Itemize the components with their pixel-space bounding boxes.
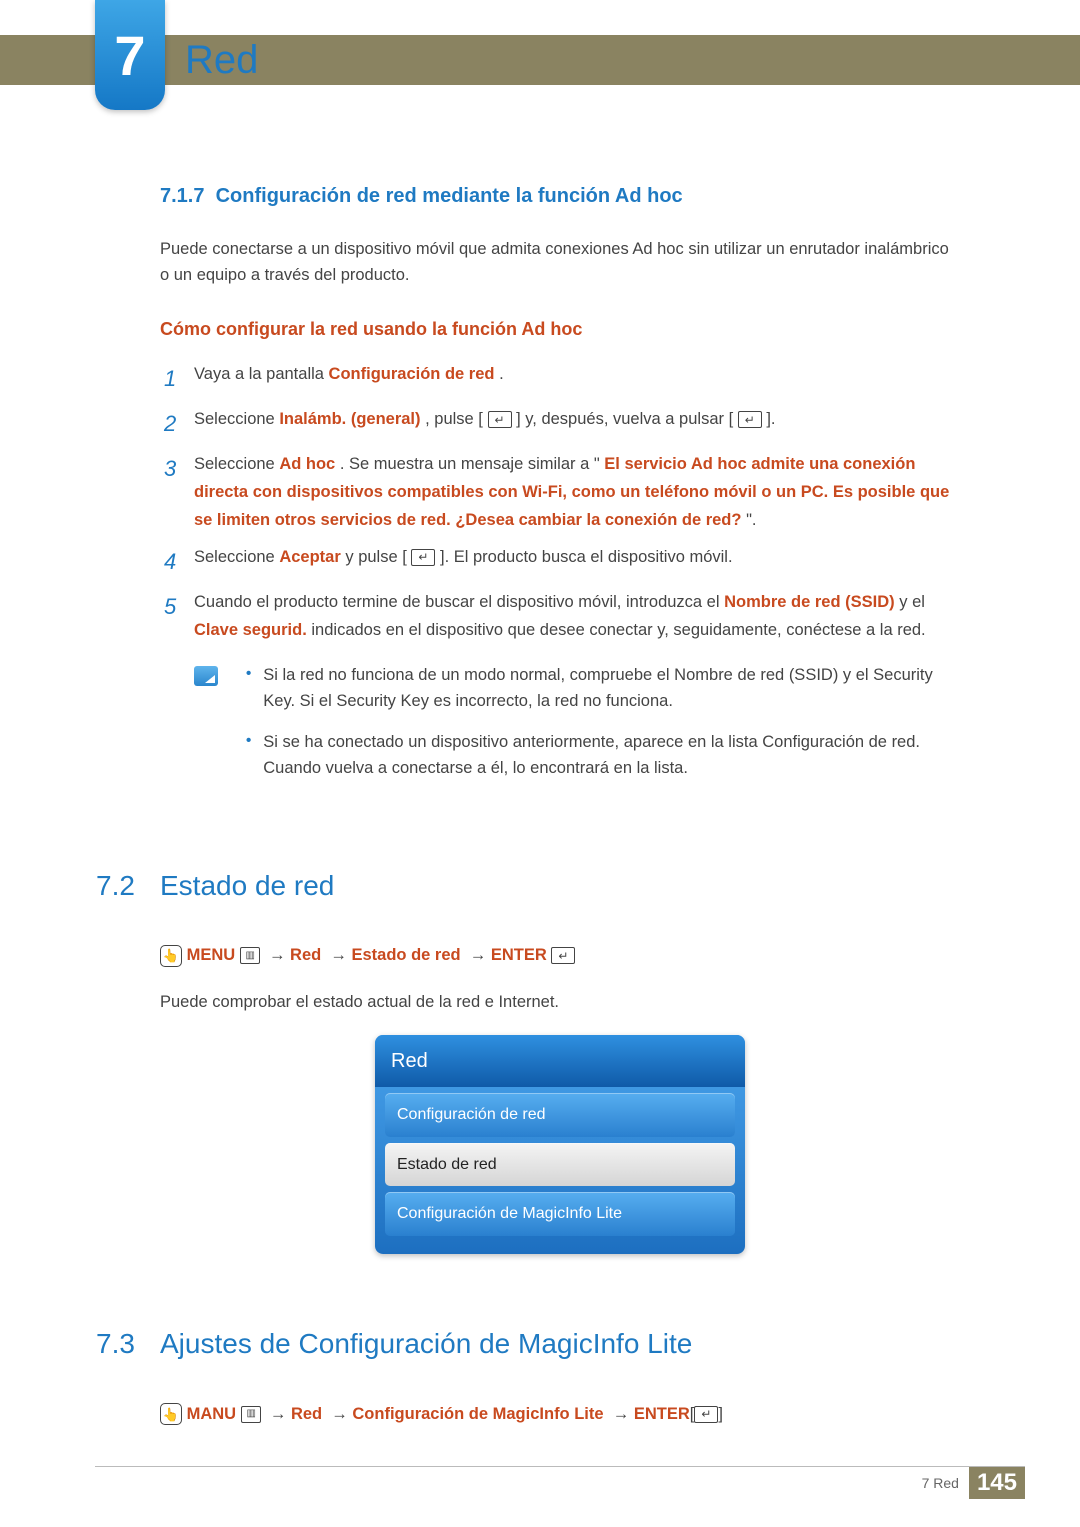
section-heading: 7.2 Estado de red [160,864,960,909]
note-text: Si se ha conectado un dispositivo anteri… [263,729,960,782]
remote-icon: 👆 [160,945,182,967]
subsection-heading: 7.1.7 Configuración de red mediante la f… [160,180,960,212]
intro-paragraph: Puede conectarse a un dispositivo móvil … [160,236,960,289]
menu-icon: ▥ [240,947,260,964]
footer-rule [95,1466,1025,1467]
step-text: Seleccione [194,455,279,473]
chapter-number-badge: 7 [95,0,165,110]
step-text: Vaya a la pantalla [194,365,329,383]
osd-menu-header: Red [375,1035,745,1087]
section-title: Ajustes de Configuración de MagicInfo Li… [160,1322,692,1367]
step-number: 1 [164,360,194,397]
step-item: 3 Seleccione Ad hoc . Se muestra un mens… [164,450,960,534]
enter-icon: ↵ [411,549,435,566]
footer-page-number: 145 [969,1467,1025,1499]
osd-menu: Red Configuración de red Estado de red C… [375,1035,745,1254]
navigation-path: 👆 MANU ▥ → Red → Configuración de MagicI… [160,1401,960,1427]
page-footer: 7 Red 145 [922,1467,1025,1499]
step-text: . [499,365,504,383]
page-content: 7.1.7 Configuración de red mediante la f… [160,180,960,1447]
step-text: ". [746,511,756,529]
path-segment: Estado de red [351,946,460,964]
enter-icon: ↵ [488,411,512,428]
procedure-heading: Cómo configurar la red usando la función… [160,315,960,344]
step-bold: Inalámb. (general) [279,410,420,428]
section-title: Estado de red [160,864,334,909]
step-text: y pulse [ [345,548,406,566]
step-number: 2 [164,405,194,442]
section-heading: 7.3 Ajustes de Configuración de MagicInf… [160,1322,960,1367]
bullet-icon: • [246,662,251,715]
step-text: indicados en el dispositivo que desee co… [311,621,925,639]
osd-menu-item-selected[interactable]: Estado de red [385,1143,735,1187]
section-number: 7.2 [96,864,160,909]
osd-menu-item[interactable]: Configuración de MagicInfo Lite [385,1192,735,1236]
note-item: • Si la red no funciona de un modo norma… [246,662,960,715]
path-segment: MANU [187,1405,237,1423]
subsection-title: Configuración de red mediante la función… [216,185,683,207]
step-text: Seleccione [194,548,279,566]
step-number: 4 [164,543,194,580]
step-item: 2 Seleccione Inalámb. (general) , pulse … [164,405,960,442]
step-bold: Aceptar [279,548,340,566]
bullet-icon: • [246,729,251,782]
step-bold: Ad hoc [279,455,335,473]
osd-menu-item[interactable]: Configuración de red [385,1093,735,1137]
subsection-number: 7.1.7 [160,185,204,207]
path-segment: ENTER [491,946,547,964]
enter-icon: ↵ [738,411,762,428]
step-bold: Clave segurid. [194,621,307,639]
step-text: y el [899,593,925,611]
path-segment: Configuración de MagicInfo Lite [352,1405,603,1423]
step-text: ]. El producto busca el dispositivo móvi… [440,548,733,566]
step-text: ] y, después, vuelva a pulsar [ [516,410,733,428]
chapter-title: Red [185,38,258,83]
enter-icon: ↵ [551,947,575,964]
step-number: 5 [164,588,194,644]
step-item: 5 Cuando el producto termine de buscar e… [164,588,960,644]
section-number: 7.3 [96,1322,160,1367]
note-icon [194,666,218,686]
navigation-path: 👆 MENU ▥ → Red → Estado de red → ENTER ↵ [160,942,960,968]
note-block: • Si la red no funciona de un modo norma… [194,662,960,796]
step-text: Cuando el producto termine de buscar el … [194,593,724,611]
step-text: . Se muestra un mensaje similar a " [340,455,600,473]
step-item: 4 Seleccione Aceptar y pulse [ ↵ ]. El p… [164,543,960,580]
step-number: 3 [164,450,194,534]
step-list: 1 Vaya a la pantalla Configuración de re… [164,360,960,644]
step-bold: Nombre de red (SSID) [724,593,895,611]
remote-icon: 👆 [160,1403,182,1425]
path-segment: ENTER [634,1405,690,1423]
note-list: • Si la red no funciona de un modo norma… [246,662,960,796]
step-item: 1 Vaya a la pantalla Configuración de re… [164,360,960,397]
footer-label: 7 Red [922,1475,959,1491]
menu-icon: ▥ [241,1406,261,1423]
step-bold: Configuración de red [329,365,495,383]
note-text: Si la red no funciona de un modo normal,… [263,662,960,715]
enter-icon: ↵ [694,1406,718,1423]
step-text: Seleccione [194,410,279,428]
path-segment: Red [290,946,321,964]
step-text: , pulse [ [425,410,483,428]
path-segment: MENU [187,946,236,964]
section-description: Puede comprobar el estado actual de la r… [160,989,960,1015]
path-segment: Red [291,1405,322,1423]
note-item: • Si se ha conectado un dispositivo ante… [246,729,960,782]
step-text: ]. [766,410,775,428]
